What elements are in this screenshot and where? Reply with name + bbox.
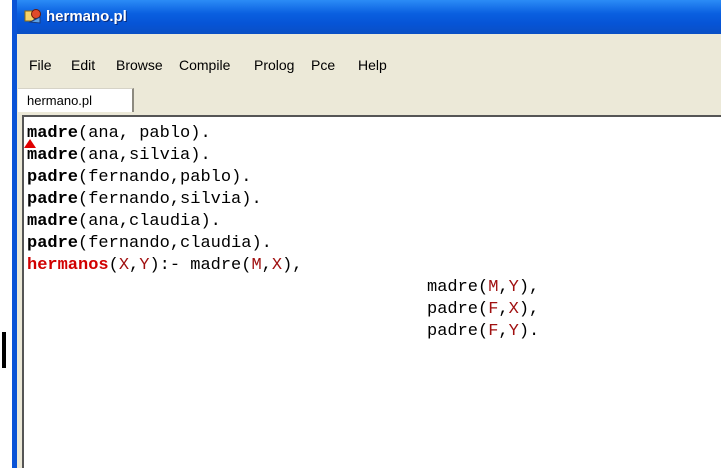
- code-token: ana: [88, 212, 119, 231]
- code-goal: madre: [427, 278, 479, 297]
- code-line: padre(fernando,silvia).: [27, 189, 262, 211]
- code-token: (: [78, 234, 89, 253]
- code-variable: M: [488, 278, 499, 297]
- code-token: ,: [169, 190, 181, 209]
- code-token: (: [78, 212, 89, 231]
- code-token: ,: [498, 300, 509, 319]
- menu-file[interactable]: File: [27, 54, 54, 76]
- code-token: ,: [129, 256, 140, 275]
- code-variable: X: [271, 256, 283, 275]
- code-line: padre(F,X),: [427, 299, 539, 321]
- code-token: ):- madre(: [149, 256, 252, 275]
- code-token: ,: [498, 322, 509, 341]
- background-window-strip: [0, 0, 17, 468]
- code-token: ,: [169, 168, 181, 187]
- code-token: (: [478, 300, 489, 319]
- code-token: ,: [261, 256, 272, 275]
- tab-hermano-pl[interactable]: hermano.pl: [18, 88, 134, 112]
- code-token: (: [78, 168, 89, 187]
- code-rule-head: hermanos: [27, 256, 109, 275]
- code-token: pablo: [139, 124, 191, 143]
- code-predicate: madre: [27, 212, 79, 231]
- code-predicate: padre: [27, 190, 79, 209]
- code-predicate: padre: [27, 234, 79, 253]
- code-variable: Y: [139, 256, 150, 275]
- code-predicate: madre: [27, 124, 79, 143]
- code-token: ,: [118, 212, 130, 231]
- code-token: claudia: [129, 212, 201, 231]
- menu-bar: File Edit Browse Compile Prolog Pce Help: [17, 54, 721, 78]
- code-token: silvia: [129, 146, 191, 165]
- code-token: ).: [231, 168, 252, 187]
- code-line: madre(ana, pablo).: [27, 123, 211, 145]
- code-goal: padre: [427, 300, 479, 319]
- window-title: hermano.pl: [46, 8, 127, 25]
- code-editor[interactable]: madre(ana, pablo). madre(ana,silvia). padr…: [22, 115, 721, 468]
- code-variable: F: [488, 300, 499, 319]
- code-token: ,: [118, 146, 130, 165]
- code-token: fernando: [88, 234, 170, 253]
- code-variable: X: [118, 256, 130, 275]
- code-token: pablo: [180, 168, 232, 187]
- editor-window: hermano.pl File Edit Browse Compile Prol…: [17, 0, 721, 468]
- code-token: ).: [241, 190, 262, 209]
- menu-pce[interactable]: Pce: [309, 54, 337, 76]
- code-token: ,: [118, 124, 140, 143]
- code-token: fernando: [88, 190, 170, 209]
- code-predicate: madre: [27, 146, 79, 165]
- code-token: ,: [498, 278, 509, 297]
- menu-browse[interactable]: Browse: [114, 54, 165, 76]
- code-variable: Y: [508, 322, 519, 341]
- code-line: hermanos(X,Y):- madre(M,X),: [27, 255, 302, 277]
- code-token: ),: [518, 278, 540, 297]
- code-variable: M: [251, 256, 262, 275]
- code-token: ),: [282, 256, 303, 275]
- code-token: (: [478, 278, 489, 297]
- code-token: ).: [190, 124, 211, 143]
- background-fragment: [0, 130, 10, 139]
- menu-help[interactable]: Help: [356, 54, 389, 76]
- code-variable: F: [488, 322, 499, 341]
- code-goal: padre: [427, 322, 479, 341]
- xpce-app-icon: [24, 9, 41, 24]
- code-token: silvia: [180, 190, 242, 209]
- code-token: ana: [88, 124, 119, 143]
- code-line: madre(M,Y),: [427, 277, 539, 299]
- code-token: ana: [88, 146, 119, 165]
- code-token: (: [78, 146, 89, 165]
- title-bar[interactable]: hermano.pl: [17, 0, 721, 34]
- code-token: ).: [200, 212, 221, 231]
- code-token: (: [78, 124, 89, 143]
- code-line: madre(ana,silvia).: [27, 145, 211, 167]
- code-token: ).: [251, 234, 272, 253]
- menu-compile[interactable]: Compile: [177, 54, 232, 76]
- code-token: claudia: [180, 234, 252, 253]
- code-variable: X: [508, 300, 519, 319]
- menu-edit[interactable]: Edit: [69, 54, 97, 76]
- code-token: (: [478, 322, 489, 341]
- code-token: (: [108, 256, 119, 275]
- code-token: fernando: [88, 168, 170, 187]
- code-token: ).: [518, 322, 540, 341]
- code-line: madre(ana,claudia).: [27, 211, 221, 233]
- code-line: padre(fernando,claudia).: [27, 233, 272, 255]
- code-line: padre(fernando,pablo).: [27, 167, 251, 189]
- code-token: ),: [518, 300, 540, 319]
- menu-prolog[interactable]: Prolog: [252, 54, 296, 76]
- code-variable: Y: [508, 278, 519, 297]
- code-token: ,: [169, 234, 181, 253]
- code-token: ).: [190, 146, 211, 165]
- code-predicate: padre: [27, 168, 79, 187]
- background-mark: [2, 332, 6, 368]
- code-line: padre(F,Y).: [427, 321, 539, 343]
- code-token: (: [78, 190, 89, 209]
